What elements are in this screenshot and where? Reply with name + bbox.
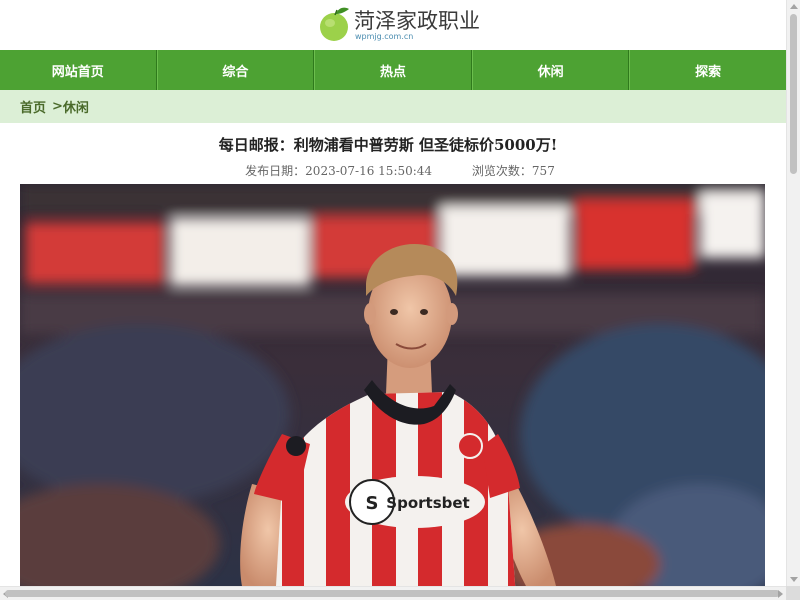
views-info: 浏览次数：757	[472, 164, 555, 178]
site-domain: wpmjg.com.cn	[355, 32, 414, 41]
scrollbar-corner	[786, 586, 800, 600]
scroll-down-arrow-icon[interactable]	[790, 577, 798, 582]
svg-text:S: S	[366, 493, 379, 514]
main-nav: 网站首页 综合 热点 休闲 探索	[0, 50, 786, 90]
site-name: 菏泽家政职业	[354, 9, 480, 33]
scroll-up-arrow-icon[interactable]	[790, 4, 798, 9]
publish-date: 2023-07-16 15:50:44	[305, 164, 433, 178]
views-count: 757	[531, 164, 555, 178]
horizontal-scroll-thumb[interactable]	[5, 590, 780, 597]
article-meta: 发布日期：2023-07-16 15:50:44 浏览次数：757	[0, 162, 786, 179]
article-photo: S Sportsbet	[20, 184, 765, 586]
lemon-fruit-icon	[320, 7, 349, 41]
vertical-scrollbar[interactable]	[786, 0, 800, 586]
article-title: 每日邮报：利物浦看中普劳斯 但圣徒标价5000万!	[218, 136, 558, 154]
breadcrumb-home-link[interactable]: 首页	[20, 97, 46, 116]
nav-item-hot[interactable]: 热点	[314, 50, 472, 90]
site-logo[interactable]: 菏泽家政职业 wpmjg.com.cn	[316, 3, 480, 43]
page: 菏泽家政职业 wpmjg.com.cn 网站首页 综合 热点 休闲 探索 首页 …	[0, 0, 786, 586]
scroll-right-arrow-icon[interactable]	[778, 590, 783, 598]
horizontal-scrollbar[interactable]	[0, 586, 800, 600]
breadcrumb-current-link[interactable]: 休闲	[63, 97, 89, 116]
nav-item-leisure[interactable]: 休闲	[471, 50, 630, 90]
nav-item-general[interactable]: 综合	[156, 50, 315, 90]
jersey-sponsor-text: Sportsbet	[386, 494, 469, 512]
breadcrumb-separator: >	[52, 99, 63, 114]
publish-label: 发布日期：	[245, 164, 306, 178]
football-player-photo: S Sportsbet	[20, 184, 765, 586]
site-header: 菏泽家政职业 wpmjg.com.cn	[0, 0, 786, 48]
publish-info: 发布日期：2023-07-16 15:50:44	[245, 164, 432, 178]
breadcrumb: 首页 > 休闲	[0, 90, 786, 123]
nav-item-home[interactable]: 网站首页	[0, 50, 157, 90]
vertical-scroll-thumb[interactable]	[790, 14, 797, 174]
nav-item-explore[interactable]: 探索	[629, 50, 786, 90]
views-label: 浏览次数：	[471, 164, 532, 178]
